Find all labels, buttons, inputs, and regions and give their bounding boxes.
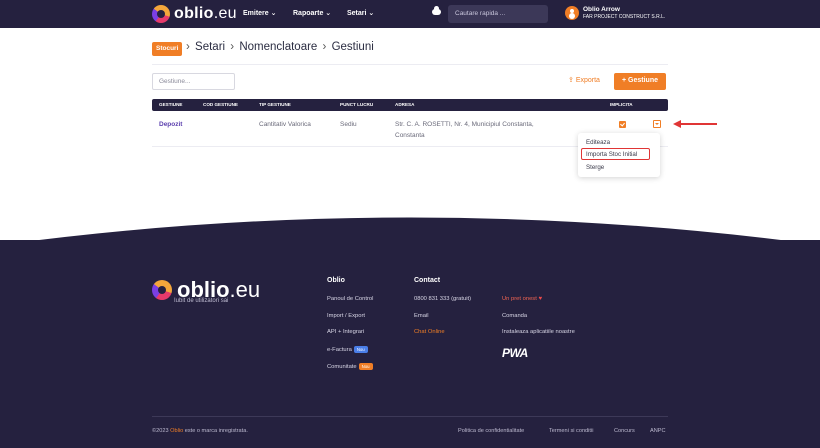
divider	[152, 416, 668, 417]
footer-logo-suffix: .eu	[229, 277, 261, 302]
user-avatar-icon[interactable]	[565, 6, 579, 20]
footer-install-apps: Instaleaza aplicatiile noastre	[502, 329, 575, 335]
copyright-brand[interactable]: Oblio	[170, 428, 183, 434]
copyright-year: ©2023	[152, 428, 169, 434]
implicit-checkbox[interactable]	[619, 121, 626, 128]
table-header: GESTIUNE COD GESTIUNE TIP GESTIUNE PUNCT…	[152, 99, 668, 111]
top-navbar: oblio.eu Emitere ⌄ Rapoarte ⌄ Setari ⌄ C…	[0, 0, 820, 28]
footer-email[interactable]: Email	[414, 313, 429, 319]
footer-link-pret-onest[interactable]: Un pret onest ♥	[502, 296, 542, 302]
th-implicita[interactable]: IMPLICITA	[610, 102, 633, 107]
footer-link-comunitate[interactable]: Comunitate Nou	[327, 363, 373, 370]
cell-tip: Cantitativ Valorica	[259, 121, 311, 128]
oblio-logo-icon	[152, 5, 170, 23]
cell-adresa-line1: Str. C. A. ROSETTI, Nr. 4, Municipiul Co…	[395, 121, 534, 128]
heart-icon: ♥	[538, 296, 542, 302]
row-actions-dropdown-button[interactable]	[653, 120, 661, 128]
breadcrumb-separator: ›	[230, 41, 235, 53]
footer-link-import-export[interactable]: Import / Export	[327, 313, 365, 319]
breadcrumb-gestiuni: Gestiuni	[331, 41, 374, 53]
annotation-arrow	[680, 123, 717, 125]
footer-col-contact-title: Contact	[414, 277, 441, 284]
footer-col-oblio-title: Oblio	[327, 277, 345, 284]
footer-link-efactura-label: e-Factura	[327, 347, 352, 354]
add-gestiune-button[interactable]: + Gestiune	[614, 73, 666, 90]
divider	[152, 64, 668, 65]
nav-emitere[interactable]: Emitere ⌄	[243, 9, 277, 17]
oblio-logo-icon	[152, 280, 172, 300]
footer-link-comunitate-label: Comunitate	[327, 364, 357, 371]
th-gestiune[interactable]: GESTIUNE	[159, 102, 182, 107]
footer-link-anpc[interactable]: ANPC	[650, 428, 666, 434]
breadcrumb-separator: ›	[186, 41, 190, 53]
menu-item-editeaza[interactable]: Editeaza	[586, 139, 610, 146]
upload-icon: ⇪	[568, 77, 576, 84]
gestiune-filter-input[interactable]: Gestiune...	[152, 73, 235, 90]
cloud-icon[interactable]	[432, 6, 441, 15]
user-company[interactable]: FAR PROJECT CONSTRUCT S.R.L.	[583, 14, 665, 20]
footer-pret-onest-label: Un pret onest	[502, 296, 537, 302]
footer-link-panoul[interactable]: Panoul de Control	[327, 296, 373, 302]
breadcrumb-nomenclatoare[interactable]: Nomenclatoare	[239, 41, 317, 53]
search-input[interactable]: Cautare rapida ...	[448, 5, 548, 23]
nav-rapoarte[interactable]: Rapoarte ⌄	[293, 9, 331, 17]
export-button[interactable]: ⇪ Exporta	[568, 76, 600, 84]
nav-setari[interactable]: Setari ⌄	[347, 9, 374, 17]
logo-text-main: oblio	[174, 5, 214, 22]
footer-copyright: ©2023 Oblio este o marca inregistrata.	[152, 428, 248, 434]
breadcrumb: › Setari › Nomenclatoare › Gestiuni	[184, 41, 374, 53]
footer-link-privacy[interactable]: Politica de confidentialitate	[458, 428, 524, 434]
copyright-text: este o marca inregistrata.	[184, 428, 248, 434]
logo-text-suffix: .eu	[213, 5, 237, 22]
th-cod-gestiune[interactable]: COD GESTIUNE	[203, 102, 238, 107]
footer-link-api[interactable]: API + Integrari	[327, 329, 364, 335]
th-punct-lucru[interactable]: PUNCT LUCRU	[340, 102, 373, 107]
export-label: Exporta	[575, 77, 600, 84]
pwa-logo-icon[interactable]: PWA	[502, 346, 528, 360]
row-actions-menu: Editeaza Importa Stoc Initial Sterge	[578, 133, 660, 177]
cell-adresa-line2: Constanta	[395, 132, 425, 139]
user-name[interactable]: Oblio Arrow	[583, 6, 620, 13]
annotation-arrow-head	[673, 120, 681, 128]
breadcrumb-separator: ›	[322, 41, 327, 53]
footer-chat-online[interactable]: Chat Online	[414, 329, 445, 335]
th-adresa[interactable]: ADRESA	[395, 102, 414, 107]
oblio-logo[interactable]: oblio.eu	[152, 5, 237, 23]
menu-item-importa-stoc-initial[interactable]: Importa Stoc Initial	[586, 151, 637, 158]
breadcrumb-badge[interactable]: Stocuri	[152, 42, 183, 56]
new-badge: Nou	[358, 363, 373, 370]
footer-link-comanda[interactable]: Comanda	[502, 313, 527, 319]
new-badge: Nou	[353, 346, 368, 353]
footer-link-concurs[interactable]: Concurs	[614, 428, 635, 434]
footer-tagline: Iubit de utilizatori sai	[174, 298, 229, 304]
cell-gestiune[interactable]: Depozit	[159, 121, 182, 128]
footer-phone[interactable]: 0800 831 333 (gratuit)	[414, 296, 471, 302]
footer-link-terms[interactable]: Termeni si conditii	[549, 428, 593, 434]
footer-link-efactura[interactable]: e-Factura Nou	[327, 346, 368, 353]
th-tip-gestiune[interactable]: TIP GESTIUNE	[259, 102, 291, 107]
menu-item-sterge[interactable]: Sterge	[586, 164, 604, 171]
breadcrumb-setari[interactable]: Setari	[195, 41, 225, 53]
cell-punct-lucru: Sediu	[340, 121, 357, 128]
